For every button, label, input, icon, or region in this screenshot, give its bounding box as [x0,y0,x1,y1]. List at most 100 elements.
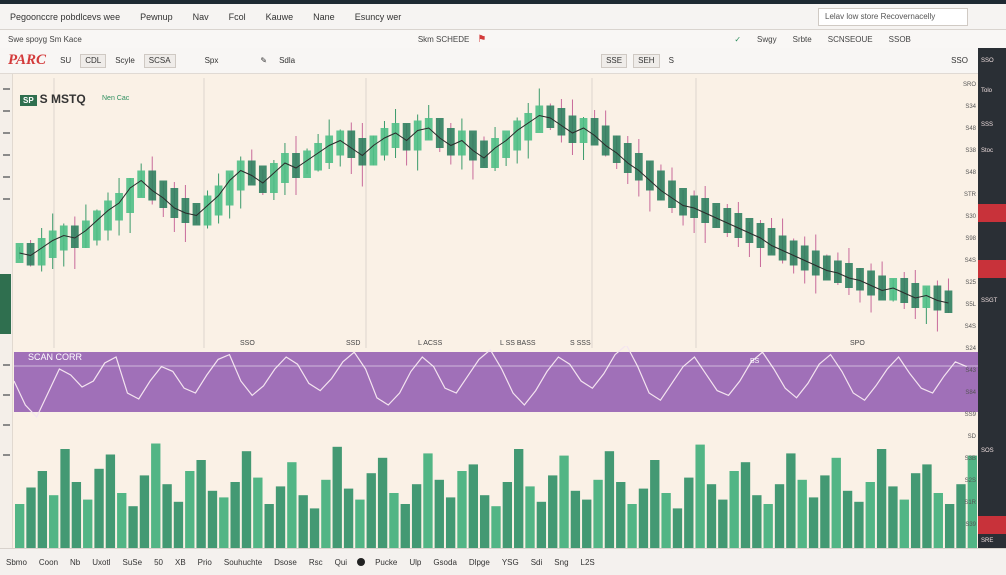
tool-icon-7[interactable] [3,364,10,366]
menu-item-5[interactable]: Nane [303,12,345,22]
candle-32 [369,135,378,166]
check-icon[interactable]: ✓ [726,35,749,44]
toolbar2-item-0[interactable]: SU [54,56,77,65]
panel-item-4[interactable]: SSGT [981,298,1003,308]
flag-icon[interactable]: ⚑ [477,34,486,45]
bottom-item-4[interactable]: SuSe [117,558,149,567]
bottom-item-10[interactable]: Rsc [303,558,329,567]
secondary-toolbar: Swe spoyg Sm Kace Skm SCHEDE ⚑ ✓ Swgy Sr… [0,30,1006,48]
volume-bar-77 [888,486,898,548]
alert-button[interactable] [978,516,1006,534]
bottom-item-18[interactable]: Sng [548,558,574,567]
oscillator-chart[interactable] [14,346,978,450]
candle-12 [148,170,157,201]
toolbar1-center[interactable]: Skm SCHEDE [410,35,478,44]
toolbar2-btn-2[interactable]: SSE [601,53,628,68]
candle-13 [159,180,168,208]
bottom-item-0[interactable]: Sbmo [0,558,33,567]
toolbar1-right-1[interactable]: Srbte [785,35,820,44]
panel-item-0[interactable]: SSO [981,58,1003,68]
tool-icon-10[interactable] [3,454,10,456]
panel-item-5[interactable]: SOS [981,448,1003,458]
menu-item-6[interactable]: Esuncy wer [345,12,412,22]
candle-10 [126,178,134,213]
toolbar2-btn-1[interactable]: SCSA [143,53,176,68]
tool-icon-6[interactable] [3,198,10,200]
playhead-icon[interactable] [357,558,366,566]
volume-bar-21 [253,477,263,548]
menu-item-0[interactable]: Pegoonccre pobdlcevs wee [0,12,130,22]
volume-bar-80 [922,464,932,548]
candle-47 [535,105,544,133]
bottom-item-1[interactable]: Coon [33,558,64,567]
volume-bar-16 [196,460,206,548]
candle-55 [623,143,632,173]
volume-bar-10 [128,506,138,548]
bottom-item-11[interactable]: Qui [329,558,353,567]
menu-item-2[interactable]: Nav [183,12,219,22]
bottom-item-19[interactable]: L2S [575,558,601,567]
toolbar2-item-4[interactable]: S [663,56,680,65]
menu-item-4[interactable]: Kauwe [256,12,304,22]
tool-icon-9[interactable] [3,424,10,426]
volume-bar-8 [105,454,116,548]
bottom-item-7[interactable]: Prio [192,558,218,567]
toolbar1-right-3[interactable]: SSOB [881,35,919,44]
volume-bar-79 [910,473,921,548]
panel-item-1[interactable]: Tolo [981,88,1003,98]
tool-icon-2[interactable] [3,110,10,112]
bottom-item-12[interactable]: Pucke [369,558,403,567]
search-input[interactable]: Lelav low store Recovernacelly [818,7,968,26]
panel-item-3[interactable]: Stoc [981,148,1003,158]
volume-bar-33 [389,493,399,548]
toolbar2-right[interactable]: SSO [945,56,974,65]
tool-icon-5[interactable] [3,176,10,178]
sell-button[interactable] [978,204,1006,222]
bottom-item-5[interactable]: 50 [148,558,169,567]
bottom-item-9[interactable]: Dsose [268,558,303,567]
pencil-icon[interactable]: ✎ [254,56,273,65]
toolbar2-btn-3[interactable]: SEH [633,53,660,68]
toolbar2-item-1[interactable]: Scyle [109,56,141,65]
bottom-item-17[interactable]: Sdi [525,558,549,567]
oscillator-marker: BS [750,358,760,365]
price-axis[interactable]: SRO S34 S48 S38 S48 STR S30 S98 S4S S25 S5L S4S S24 S… [954,74,978,552]
panel-item-2[interactable]: SSS [981,122,1003,132]
volume-bar-34 [400,504,410,548]
candle-50 [568,115,577,143]
tool-icon-1[interactable] [3,88,10,90]
toolbar2-btn-0[interactable]: CDL [80,53,107,68]
bottom-item-3[interactable]: Uxotl [86,558,116,567]
bottom-item-13[interactable]: Ulp [403,558,427,567]
candle-37 [424,118,433,141]
menu-item-1[interactable]: Pewnup [130,12,183,22]
bottom-item-15[interactable]: Dlpge [463,558,496,567]
candle-60 [679,188,687,216]
toolbar1-left[interactable]: Swe spoyg Sm Kace [0,35,90,44]
bottom-item-16[interactable]: YSG [496,558,525,567]
bottom-item-14[interactable]: Gsoda [427,558,463,567]
volume-bar-30 [355,499,365,548]
tool-icon-4[interactable] [3,154,10,156]
tool-icon-3[interactable] [3,132,10,134]
bottom-item-2[interactable]: Nb [64,558,86,567]
volume-bar-35 [411,484,422,548]
bottom-item-8[interactable]: Souhuchte [218,558,268,567]
toolbar1-right-0[interactable]: Swgy [749,35,785,44]
menu-item-3[interactable]: Fcol [219,12,256,22]
volume-bar-57 [661,493,671,548]
candle-68 [767,228,776,256]
toolbar1-right-2[interactable]: SCNSEOUE [820,35,881,44]
toolbar2-item-2[interactable]: Spx [199,56,225,65]
panel-item-6[interactable]: SRE [981,538,1003,548]
buy-button[interactable] [978,260,1006,278]
candle-34 [391,123,400,148]
active-tool-indicator [0,274,11,334]
candle-67 [756,223,765,248]
candle-78 [878,275,886,301]
price-chart[interactable] [14,78,954,348]
bottom-item-6[interactable]: XB [169,558,192,567]
toolbar2-item-3[interactable]: Sdla [273,56,301,65]
tool-icon-8[interactable] [3,394,10,396]
volume-chart[interactable] [14,440,978,548]
